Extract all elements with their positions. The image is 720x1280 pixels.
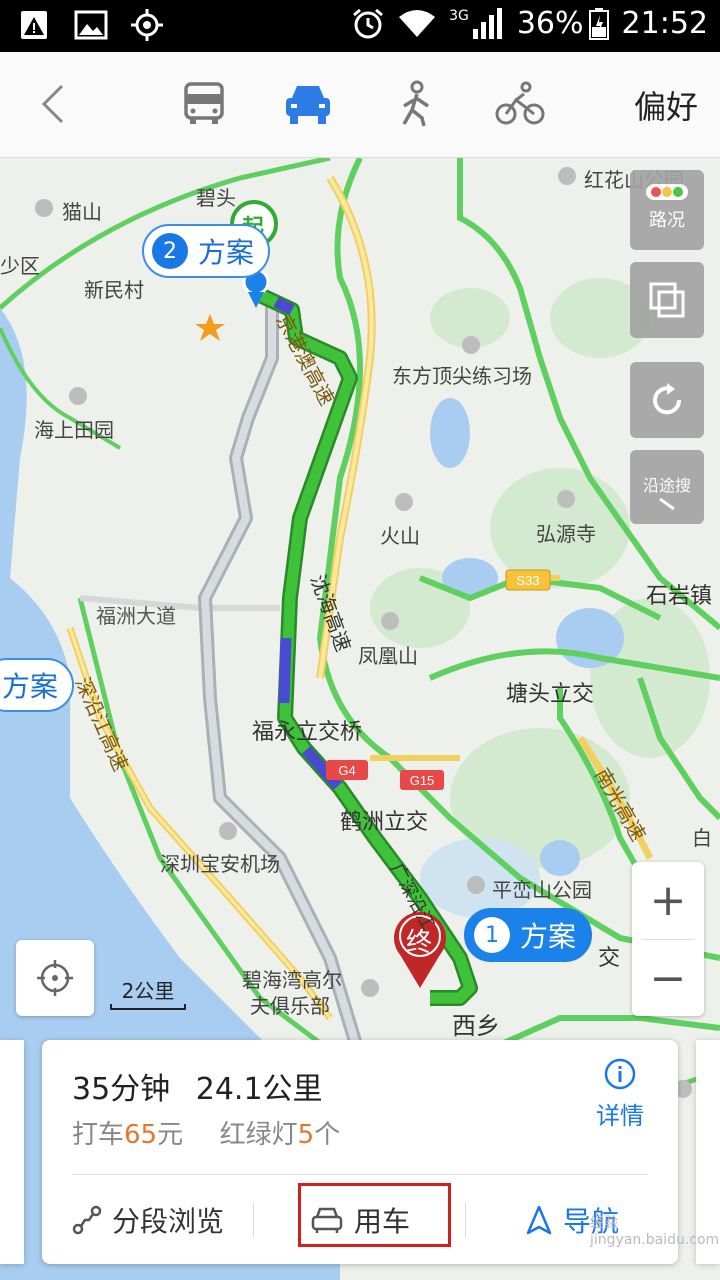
status-bar: 3G 36% 21:52 xyxy=(0,0,720,52)
map-label: 福永立交桥 xyxy=(252,720,363,745)
route-distance: 24.1公里 xyxy=(195,1072,323,1107)
details-button[interactable]: 详情 xyxy=(592,1058,648,1131)
segment-browse-button[interactable]: 分段浏览 xyxy=(42,1176,254,1264)
map-label: 西乡 xyxy=(452,1012,500,1040)
bus-icon[interactable] xyxy=(178,80,230,128)
car-icon[interactable] xyxy=(282,80,334,128)
clock: 21:52 xyxy=(621,6,708,41)
alarm-icon xyxy=(353,8,384,38)
map-label: 福洲大道 xyxy=(96,604,176,628)
layers-button[interactable] xyxy=(630,262,704,338)
route-number: 1 xyxy=(474,917,510,953)
map-label: 新民村 xyxy=(84,278,144,302)
route-option-3-callout[interactable]: 方案 xyxy=(0,658,75,712)
info-icon xyxy=(604,1058,636,1090)
g15-badge: G15 xyxy=(410,773,435,788)
map-label: 东方顶尖练习场 xyxy=(392,364,532,388)
watermark: 经验 jingyan.baidu.com xyxy=(590,1215,720,1248)
map-label: 塘头立交 xyxy=(506,682,595,707)
map-scale: 2公里 xyxy=(110,975,186,1010)
g4-badge: G4 xyxy=(338,763,355,778)
map-label: 鹤洲立交 xyxy=(340,810,429,835)
refresh-button[interactable] xyxy=(630,362,704,438)
scale-label: 2公里 xyxy=(121,979,175,1003)
route-label: 方案 xyxy=(2,670,59,703)
taxi-unit: 元 xyxy=(157,1120,184,1150)
zoom-in-button[interactable]: + xyxy=(632,862,704,939)
prev-route-card[interactable] xyxy=(0,1040,24,1264)
traffic-label: 路况 xyxy=(649,210,685,231)
map-label: 少区 xyxy=(0,254,40,278)
map-label: 凤凰山 xyxy=(358,644,418,668)
battery-icon xyxy=(588,7,609,40)
taxi-prefix: 打车 xyxy=(72,1120,125,1150)
map-label: 石岩镇 xyxy=(646,584,713,609)
warning-icon xyxy=(21,11,47,39)
route-mode-bar: 偏好 xyxy=(0,52,720,158)
map-label: 交 xyxy=(598,946,621,971)
battery-percent: 36% xyxy=(516,6,584,41)
traffic-light-icon xyxy=(646,184,688,200)
details-label: 详情 xyxy=(596,1102,644,1130)
route-label: 方案 xyxy=(198,236,255,269)
preference-button[interactable]: 偏好 xyxy=(634,82,698,128)
divider xyxy=(72,1174,648,1175)
along-search-label: 沿途搜 xyxy=(642,476,691,495)
locate-button[interactable] xyxy=(16,940,94,1016)
traffic-lights-count: 5 xyxy=(297,1120,315,1150)
lights-unit: 个 xyxy=(314,1120,341,1150)
map-label: 猫山 xyxy=(62,200,102,224)
traffic-toggle[interactable]: 路况 xyxy=(630,170,704,250)
signal-icon xyxy=(472,7,502,39)
route-segments-icon xyxy=(72,1205,102,1235)
along-route-search-button[interactable]: 沿途搜 xyxy=(630,450,704,524)
bike-icon[interactable] xyxy=(494,80,546,128)
layers-icon xyxy=(649,282,685,318)
s33-badge: S33 xyxy=(516,573,539,588)
back-icon[interactable] xyxy=(32,82,76,126)
lights-prefix: 红绿灯 xyxy=(219,1120,298,1150)
map-label: 海上田园 xyxy=(34,418,114,442)
search-icon xyxy=(659,497,675,511)
map-label: 白 xyxy=(692,826,712,850)
crosshair-icon xyxy=(37,960,73,996)
map-label: 平峦山公园 xyxy=(492,878,592,902)
map-label: 碧头 xyxy=(196,186,236,210)
map-label: 火山 xyxy=(380,524,420,548)
route-number: 2 xyxy=(152,233,188,269)
map-label: 碧海湾高尔 xyxy=(242,968,342,992)
taxi-price: 65 xyxy=(124,1120,158,1150)
navigation-arrow-icon xyxy=(526,1205,552,1235)
map-label: 弘源寺 xyxy=(536,522,596,546)
route-duration: 35分钟 xyxy=(72,1072,171,1107)
route-option-2-callout[interactable]: 2 方案 xyxy=(142,224,271,278)
route-option-1-callout[interactable]: 1 方案 xyxy=(464,908,593,962)
wifi-icon xyxy=(399,9,436,37)
route-extra-info: 打车65元 红绿灯5个 xyxy=(72,1114,340,1151)
zoom-out-button[interactable]: − xyxy=(632,940,704,1017)
refresh-icon xyxy=(653,383,682,415)
scale-bar xyxy=(110,1004,186,1010)
map-label: 夫俱乐部 xyxy=(250,994,330,1018)
walk-icon[interactable] xyxy=(390,80,442,128)
route-label: 方案 xyxy=(520,920,577,953)
network-type: 3G xyxy=(449,8,469,24)
segment-browse-label: 分段浏览 xyxy=(111,1205,224,1238)
gps-icon xyxy=(131,9,163,41)
map-label: 深圳宝安机场 xyxy=(160,852,280,876)
zoom-control: + − xyxy=(632,862,704,1016)
annotation-highlight xyxy=(298,1183,451,1247)
route-summary: 35分钟 24.1公里 xyxy=(72,1064,339,1108)
image-icon xyxy=(74,10,108,40)
